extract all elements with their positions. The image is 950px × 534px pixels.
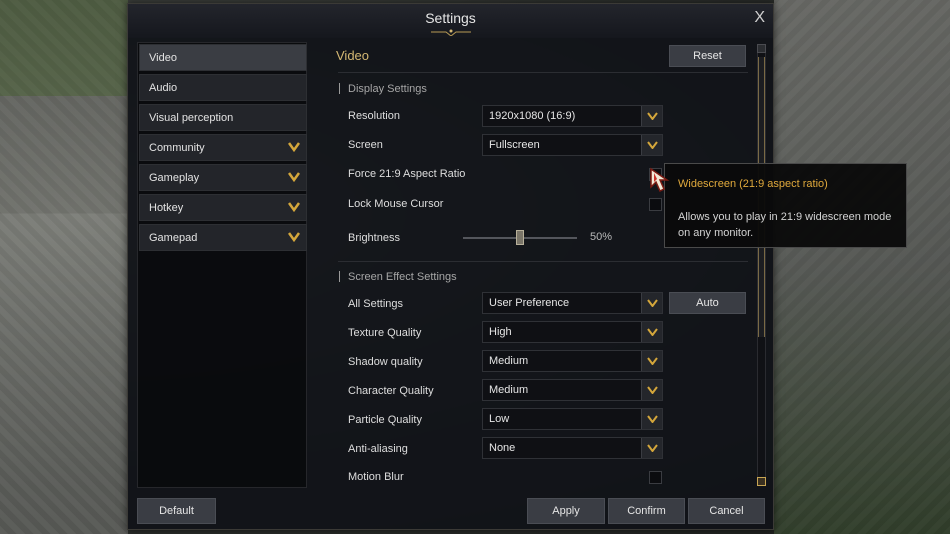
divider	[338, 261, 748, 262]
chevron-down-icon	[641, 293, 662, 313]
sidebar-item-video[interactable]: Video	[139, 44, 307, 71]
shadow-quality-label: Shadow quality	[348, 356, 423, 368]
particle-quality-value: Low	[489, 413, 510, 425]
chevron-down-icon	[288, 202, 300, 212]
default-button[interactable]: Default	[137, 498, 216, 524]
sidebar-item-hotkey[interactable]: Hotkey	[139, 194, 307, 221]
settings-sidebar: Video Audio Visual perception Community …	[137, 42, 307, 488]
chevron-down-icon	[641, 135, 662, 155]
screen-label: Screen	[348, 139, 383, 151]
close-icon[interactable]: X	[754, 9, 765, 27]
sidebar-item-label: Video	[149, 52, 177, 64]
motion-blur-label: Motion Blur	[348, 471, 404, 483]
anti-aliasing-label: Anti-aliasing	[348, 443, 408, 455]
sidebar-item-label: Hotkey	[149, 202, 184, 214]
all-settings-select[interactable]: User Preference	[482, 292, 663, 314]
character-quality-value: Medium	[489, 384, 529, 396]
sidebar-item-gamepad[interactable]: Gamepad	[139, 224, 307, 251]
background-scenery-right	[774, 0, 950, 534]
section-title: Video	[336, 48, 370, 63]
auto-button[interactable]: Auto	[669, 292, 746, 314]
reset-button[interactable]: Reset	[669, 45, 746, 67]
chevron-down-icon	[288, 172, 300, 182]
content-scrollbar[interactable]	[757, 44, 766, 486]
sidebar-item-label: Community	[149, 142, 205, 154]
all-settings-label: All Settings	[348, 298, 404, 310]
sidebar-item-label: Visual perception	[149, 112, 234, 124]
chevron-down-icon	[641, 380, 662, 400]
cancel-button[interactable]: Cancel	[688, 498, 765, 524]
tooltip-body: Allows you to play in 21:9 widescreen mo…	[678, 211, 892, 239]
chevron-down-icon	[288, 142, 300, 152]
brightness-label: Brightness	[348, 232, 400, 244]
character-quality-label: Character Quality	[348, 385, 434, 397]
aspect-ratio-label: Force 21:9 Aspect Ratio	[348, 168, 466, 180]
sidebar-item-audio[interactable]: Audio	[139, 74, 307, 101]
lock-cursor-checkbox[interactable]	[649, 198, 662, 211]
tooltip-title: Widescreen (21:9 aspect ratio)	[678, 178, 828, 190]
screen-select[interactable]: Fullscreen	[482, 134, 663, 156]
texture-quality-label: Texture Quality	[348, 327, 422, 339]
display-settings-header: Display Settings	[339, 83, 427, 95]
resolution-value: 1920x1080 (16:9)	[489, 110, 576, 122]
divider	[338, 72, 748, 73]
chevron-down-icon	[641, 106, 662, 126]
title-ornament-icon	[431, 29, 471, 36]
scroll-down-icon[interactable]	[757, 477, 766, 486]
all-settings-value: User Preference	[489, 297, 570, 309]
resolution-label: Resolution	[348, 110, 400, 122]
chevron-down-icon	[641, 438, 662, 458]
chevron-down-icon	[641, 409, 662, 429]
title-bar: Settings X	[128, 4, 773, 38]
screen-value: Fullscreen	[489, 139, 540, 151]
anti-aliasing-select[interactable]: None	[482, 437, 663, 459]
settings-window: Settings X Video Audio Visual perception…	[127, 3, 774, 530]
sidebar-item-label: Gamepad	[149, 232, 198, 244]
confirm-button[interactable]: Confirm	[608, 498, 685, 524]
sidebar-item-gameplay[interactable]: Gameplay	[139, 164, 307, 191]
anti-aliasing-value: None	[489, 442, 516, 454]
background-scenery-left	[0, 0, 128, 534]
particle-quality-label: Particle Quality	[348, 414, 422, 426]
chevron-down-icon	[641, 322, 662, 342]
sidebar-item-label: Gameplay	[149, 172, 200, 184]
brightness-slider-thumb[interactable]	[516, 230, 524, 245]
scroll-up-icon[interactable]	[757, 44, 766, 53]
texture-quality-select[interactable]: High	[482, 321, 663, 343]
chevron-down-icon	[641, 351, 662, 371]
texture-quality-value: High	[489, 326, 512, 338]
shadow-quality-value: Medium	[489, 355, 529, 367]
motion-blur-checkbox[interactable]	[649, 471, 662, 484]
chevron-down-icon	[288, 232, 300, 242]
apply-button[interactable]: Apply	[527, 498, 605, 524]
mouse-cursor-icon	[650, 167, 670, 193]
character-quality-select[interactable]: Medium	[482, 379, 663, 401]
particle-quality-select[interactable]: Low	[482, 408, 663, 430]
window-title: Settings	[425, 10, 476, 26]
sidebar-item-community[interactable]: Community	[139, 134, 307, 161]
sidebar-item-visual-perception[interactable]: Visual perception	[139, 104, 307, 131]
widescreen-tooltip: Widescreen (21:9 aspect ratio) Allows yo…	[664, 163, 907, 248]
settings-content: Video Reset Display Settings Resolution …	[313, 42, 753, 488]
brightness-value: 50%	[590, 231, 613, 243]
shadow-quality-select[interactable]: Medium	[482, 350, 663, 372]
resolution-select[interactable]: 1920x1080 (16:9)	[482, 105, 663, 127]
lock-cursor-label: Lock Mouse Cursor	[348, 198, 444, 210]
sidebar-item-label: Audio	[149, 82, 178, 94]
screen-effect-settings-header: Screen Effect Settings	[339, 271, 457, 283]
